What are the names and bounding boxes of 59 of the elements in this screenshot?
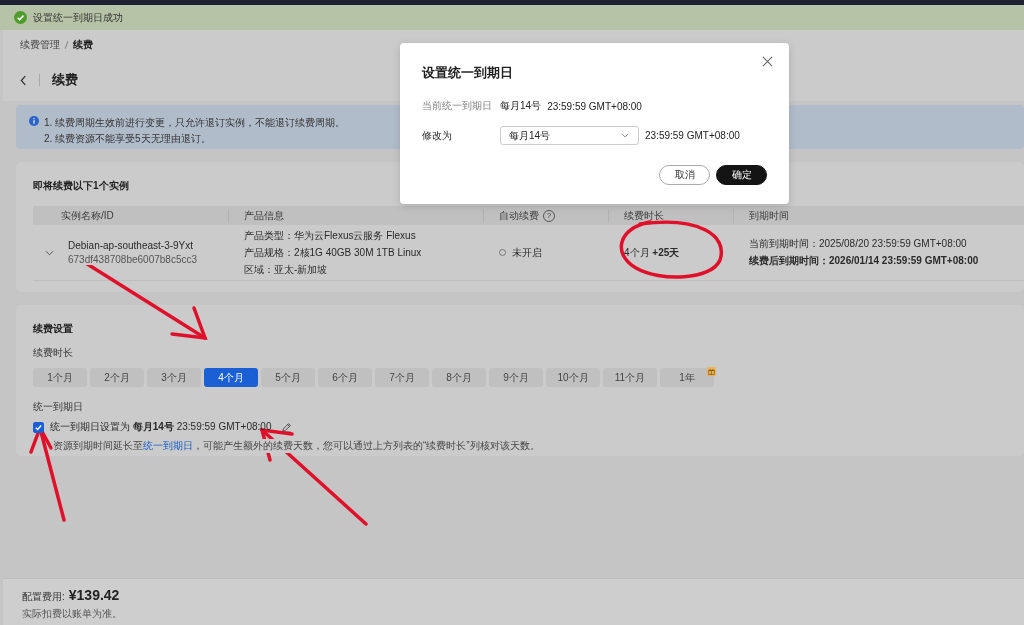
instance-id: 673df438708be6007b8c5cc3 bbox=[68, 254, 197, 265]
dialog-title: 设置统一到期日 bbox=[422, 64, 514, 82]
instance-name: Debian-ap-southeast-3-9Yxt bbox=[68, 240, 195, 251]
check-circle-icon bbox=[14, 11, 27, 24]
product-info: 产品规格：2核1G 40GB 30M 1TB Linux bbox=[244, 245, 423, 260]
renew-duration: 4个月 +25天 bbox=[624, 246, 680, 258]
field-label: 修改为 bbox=[422, 128, 453, 143]
breadcrumb-item[interactable]: 续费管理 bbox=[20, 38, 60, 52]
column-header: 到期时间 bbox=[749, 208, 789, 223]
column-header: 续费时长 bbox=[624, 208, 664, 223]
toast-message: 设置统一到期日成功 bbox=[33, 10, 123, 25]
column-header: 产品信息 bbox=[244, 208, 284, 223]
duration-option[interactable]: 6个月 bbox=[318, 368, 372, 387]
duration-option[interactable]: 11个月 bbox=[603, 368, 657, 387]
field-label: 当前统一到期日 bbox=[422, 99, 493, 113]
duration-option[interactable]: 5个月 bbox=[261, 368, 315, 387]
current-expiry: 当前到期时间：2025/08/20 23:59:59 GMT+08:00 bbox=[749, 237, 968, 251]
expand-icon[interactable] bbox=[45, 249, 54, 256]
current-day: 每月14号 bbox=[500, 99, 542, 113]
duration-option[interactable]: 4个月 bbox=[204, 368, 258, 387]
field-label: 续费时长 bbox=[33, 346, 74, 360]
card-title: 即将续费以下1个实例 bbox=[33, 179, 130, 193]
duration-option[interactable]: 9个月 bbox=[489, 368, 543, 387]
new-expiry: 续费后到期时间：2026/01/14 23:59:59 GMT+08:00 bbox=[749, 254, 980, 268]
change-time: 23:59:59 GMT+08:00 bbox=[645, 130, 740, 141]
auto-renew-status: 未开启 bbox=[512, 245, 542, 260]
current-time: 23:59:59 GMT+08:00 bbox=[547, 100, 642, 112]
unify-setting-text: 统一到期日设置为 每月14号 23:59:59 GMT+08:00 bbox=[50, 420, 272, 434]
confirm-button[interactable]: 确定 bbox=[716, 165, 767, 185]
duration-option[interactable]: 1个月 bbox=[33, 368, 87, 387]
field-label: 统一到期日 bbox=[33, 400, 84, 414]
footer-note: 实际扣费以账单为准。 bbox=[22, 607, 123, 621]
column-header: 自动续费 bbox=[499, 208, 539, 223]
duration-option[interactable]: 3个月 bbox=[147, 368, 201, 387]
back-icon[interactable] bbox=[20, 74, 27, 86]
duration-option[interactable]: 2个月 bbox=[90, 368, 144, 387]
edit-icon[interactable] bbox=[281, 421, 293, 433]
cost-label: 配置费用: bbox=[22, 590, 65, 604]
duration-option[interactable]: 7个月 bbox=[375, 368, 429, 387]
gift-icon bbox=[707, 367, 716, 376]
duration-option[interactable]: 8个月 bbox=[432, 368, 486, 387]
notice-text: 2. 续费资源不能享受5天无理由退订。 bbox=[44, 132, 212, 146]
day-select[interactable]: 每月14号 bbox=[500, 126, 639, 145]
cost-amount: ¥139.42 bbox=[68, 587, 120, 603]
info-icon bbox=[29, 116, 39, 126]
duration-option[interactable]: 10个月 bbox=[546, 368, 600, 387]
close-icon[interactable] bbox=[762, 56, 773, 67]
notice-text: 1. 续费周期生效前进行变更，只允许退订实例，不能退订续费周期。 bbox=[44, 116, 346, 130]
product-info: 区域：亚太-新加坡 bbox=[244, 262, 329, 277]
breadcrumb-item: 续费 bbox=[73, 38, 93, 52]
page-title: 续费 bbox=[52, 71, 78, 89]
duration-option[interactable]: 1年 bbox=[660, 368, 714, 387]
product-info: 产品类型：华为云Flexus云服务 Flexus bbox=[244, 228, 417, 243]
unify-date-link[interactable]: 统一到期日 bbox=[143, 440, 193, 451]
column-header: 实例名称/ID bbox=[61, 208, 114, 223]
checkbox[interactable] bbox=[33, 421, 44, 433]
cancel-button[interactable]: 取消 bbox=[659, 165, 710, 185]
chevron-down-icon bbox=[621, 133, 629, 138]
card-title: 续费设置 bbox=[33, 322, 74, 336]
